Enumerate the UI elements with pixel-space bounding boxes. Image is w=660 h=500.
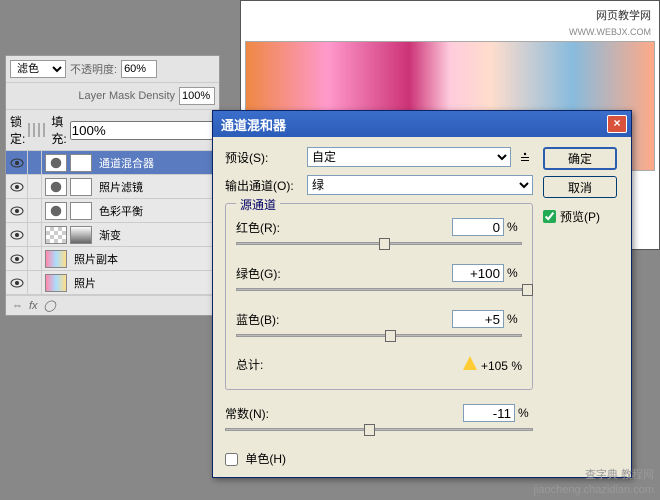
constant-input[interactable] xyxy=(463,404,515,422)
total-label: 总计: xyxy=(236,356,263,373)
layer-thumb xyxy=(70,178,92,196)
preview-label: 预览(P) xyxy=(560,208,600,225)
cancel-button[interactable]: 取消 xyxy=(543,176,617,198)
link-cell xyxy=(28,247,42,270)
layer-name: 照片滤镜 xyxy=(95,179,143,195)
output-channel-select[interactable]: 绿 xyxy=(307,175,533,195)
link-icon[interactable]: ⇔ xyxy=(12,300,23,312)
ok-button[interactable]: 确定 xyxy=(543,147,617,170)
layer-thumb xyxy=(45,202,67,220)
blend-mode-select[interactable]: 滤色 xyxy=(10,60,66,78)
lock-all-icon[interactable] xyxy=(43,123,45,137)
lock-pixel-icon[interactable] xyxy=(33,123,35,137)
layer-name: 照片 xyxy=(70,275,96,291)
density-input[interactable] xyxy=(179,87,215,105)
lock-label: 锁定: xyxy=(10,113,25,147)
layer-row[interactable]: 照片副本 xyxy=(6,247,219,271)
fill-label: 填充: xyxy=(51,113,66,147)
link-cell xyxy=(28,151,42,174)
blue-slider[interactable] xyxy=(236,330,522,342)
layer-list: 通道混合器照片滤镜色彩平衡渐变照片副本照片 xyxy=(6,151,219,295)
green-input[interactable] xyxy=(452,264,504,282)
green-slider[interactable] xyxy=(236,284,522,296)
layer-panel-footer: ⇔ fx ◯ xyxy=(6,295,219,315)
layer-row[interactable]: 色彩平衡 xyxy=(6,199,219,223)
visibility-icon[interactable] xyxy=(6,247,28,270)
blue-input[interactable] xyxy=(452,310,504,328)
link-cell xyxy=(28,175,42,198)
layer-thumb xyxy=(70,226,92,244)
density-label: Layer Mask Density xyxy=(10,90,175,102)
layer-thumb xyxy=(70,154,92,172)
visibility-icon[interactable] xyxy=(6,151,28,174)
layer-row[interactable]: 照片 xyxy=(6,271,219,295)
constant-slider[interactable] xyxy=(225,424,533,436)
visibility-icon[interactable] xyxy=(6,271,28,294)
blue-label: 蓝色(B): xyxy=(236,311,452,328)
green-label: 绿色(G): xyxy=(236,265,452,282)
percent-unit: % xyxy=(515,406,533,420)
layer-name: 通道混合器 xyxy=(95,155,154,171)
layer-name: 照片副本 xyxy=(70,251,118,267)
lock-position-icon[interactable] xyxy=(38,123,40,137)
source-channels-legend: 源通道 xyxy=(236,196,280,213)
layers-panel: 滤色 不透明度: Layer Mask Density 锁定: 填充: 通道混合… xyxy=(5,55,220,316)
total-value: +105 % xyxy=(463,356,522,373)
site-name: 网页教学网 xyxy=(245,5,655,25)
link-cell xyxy=(28,199,42,222)
fx-icon[interactable]: fx xyxy=(29,300,38,312)
mask-add-icon[interactable]: ◯ xyxy=(44,299,56,312)
watermark: 查字典 教程网 jiaocheng.chazidian.com xyxy=(534,468,654,497)
link-cell xyxy=(28,271,42,294)
preview-checkbox[interactable] xyxy=(543,210,556,223)
opacity-input[interactable] xyxy=(121,60,157,78)
monochrome-checkbox[interactable] xyxy=(225,453,238,466)
dialog-titlebar[interactable]: 通道混和器 × xyxy=(213,111,631,137)
link-cell xyxy=(28,223,42,246)
visibility-icon[interactable] xyxy=(6,199,28,222)
layer-row[interactable]: 通道混合器 xyxy=(6,151,219,175)
site-url: WWW.WEBJX.COM xyxy=(245,25,655,39)
opacity-label: 不透明度: xyxy=(70,61,117,77)
layer-thumb xyxy=(45,274,67,292)
red-slider[interactable] xyxy=(236,238,522,250)
warning-icon xyxy=(463,356,477,370)
layer-name: 色彩平衡 xyxy=(95,203,143,219)
layer-thumb xyxy=(45,178,67,196)
red-label: 红色(R): xyxy=(236,219,452,236)
preview-option[interactable]: 预览(P) xyxy=(543,208,619,225)
preset-select[interactable]: 自定 xyxy=(307,147,511,167)
monochrome-label: 单色(H) xyxy=(245,452,286,466)
dialog-title: 通道混和器 xyxy=(217,115,286,134)
lock-transparent-icon[interactable] xyxy=(28,123,30,137)
red-input[interactable] xyxy=(452,218,504,236)
layer-thumb xyxy=(45,250,67,268)
close-icon[interactable]: × xyxy=(607,115,627,133)
preset-menu-icon[interactable] xyxy=(517,149,533,165)
layer-name: 渐变 xyxy=(95,227,121,243)
visibility-icon[interactable] xyxy=(6,175,28,198)
layer-row[interactable]: 渐变 xyxy=(6,223,219,247)
layer-thumb xyxy=(45,154,67,172)
visibility-icon[interactable] xyxy=(6,223,28,246)
layer-thumb xyxy=(70,202,92,220)
source-channels-group: 源通道 红色(R):%绿色(G):%蓝色(B):%总计:+105 % xyxy=(225,203,533,390)
monochrome-option[interactable]: 单色(H) xyxy=(225,450,533,467)
preset-label: 预设(S): xyxy=(225,149,301,166)
output-channel-label: 输出通道(O): xyxy=(225,177,301,194)
layer-thumb xyxy=(45,226,67,244)
channel-mixer-dialog: 通道混和器 × 预设(S): 自定 输出通道(O): 绿 源通道 红色(R):%… xyxy=(212,110,632,478)
constant-label: 常数(N): xyxy=(225,405,463,422)
layer-row[interactable]: 照片滤镜 xyxy=(6,175,219,199)
